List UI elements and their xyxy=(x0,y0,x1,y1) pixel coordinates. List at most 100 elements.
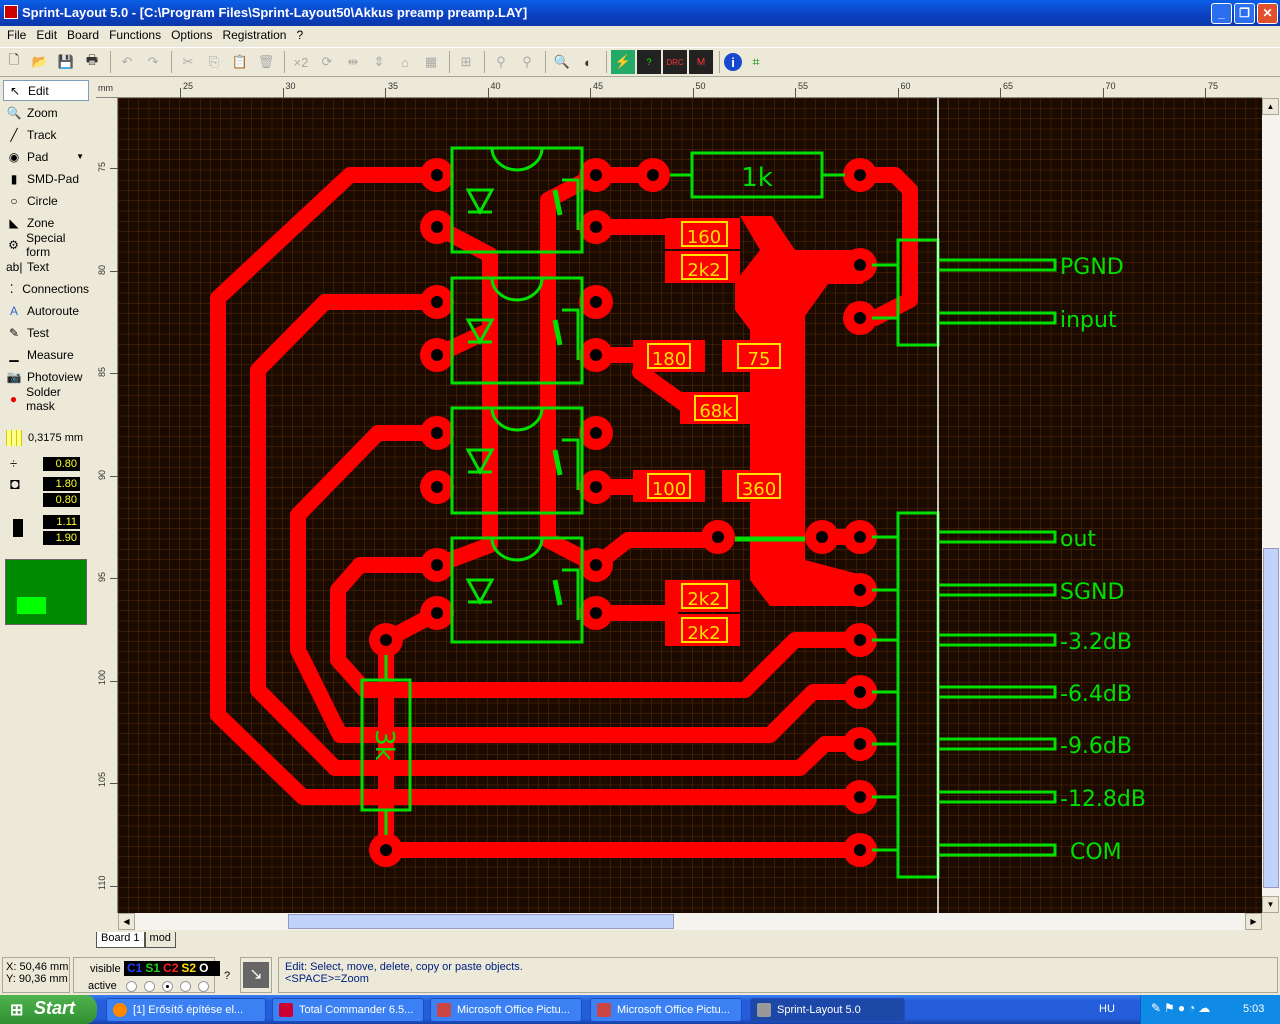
vertical-scrollbar[interactable]: ▲ ▼ xyxy=(1262,98,1280,913)
menu-registration[interactable]: Registration xyxy=(217,28,291,45)
pad-inner-field[interactable]: 0.80 xyxy=(43,493,80,507)
scroll-right-button[interactable]: ▶ xyxy=(1245,913,1262,930)
taskbar-item[interactable]: Sprint-Layout 5.0 xyxy=(750,998,905,1022)
smd-label: 100 xyxy=(652,479,686,500)
pcb-canvas[interactable]: 1k 3k 160 2k2 180 75 68k 100 360 2k2 2k2 PGND inp… xyxy=(118,98,1262,913)
pad-outer-field[interactable]: 1.80 xyxy=(43,477,80,491)
copy-icon[interactable]: ⎘ xyxy=(202,50,226,74)
netlist-icon[interactable]: ? xyxy=(637,50,661,74)
layer-c1-visible[interactable]: C1 xyxy=(127,961,142,976)
text-icon: ab| xyxy=(6,259,23,274)
smd-label: 160 xyxy=(687,227,721,248)
taskbar-item[interactable]: Microsoft Office Pictu... xyxy=(590,998,742,1022)
duplicate-icon[interactable]: ×2 xyxy=(289,50,313,74)
grid-icon[interactable] xyxy=(6,430,22,446)
tab-board-1[interactable]: Board 1 xyxy=(96,932,145,948)
tray-icons[interactable]: ✎⚑●◔☁ xyxy=(1151,1001,1213,1015)
start-button[interactable]: ⊞ Start xyxy=(0,995,97,1024)
ruler-tick-label: 50 xyxy=(695,81,706,91)
grid-size[interactable]: 0,3175 mm xyxy=(28,432,83,444)
group-icon[interactable]: ▦ xyxy=(419,50,443,74)
save-icon[interactable]: 💾 xyxy=(54,50,78,74)
pad xyxy=(420,210,454,244)
status-hint: <SPACE>=Zoom xyxy=(285,973,369,985)
tool-circle[interactable]: ○ Circle xyxy=(3,190,89,211)
layer-s1-active-radio[interactable] xyxy=(144,981,155,992)
menu-board[interactable]: Board xyxy=(62,28,104,45)
tool-track[interactable]: ╱ Track xyxy=(3,124,89,145)
layer-s2-visible[interactable]: S2 xyxy=(181,961,196,976)
tool-edit[interactable]: ↖ Edit xyxy=(3,80,89,101)
menu-edit[interactable]: Edit xyxy=(31,28,62,45)
horizontal-scroll-thumb[interactable] xyxy=(288,914,674,929)
smd-label: 75 xyxy=(748,349,771,370)
tool-solder-mask[interactable]: ● Solder mask xyxy=(3,385,89,413)
taskbar-item[interactable]: Total Commander 6.5... xyxy=(272,998,424,1022)
redo-icon[interactable]: ↷ xyxy=(141,50,165,74)
tool-autoroute[interactable]: A Autoroute xyxy=(3,300,89,321)
menu-functions[interactable]: Functions xyxy=(104,28,166,45)
layer-c1-active-radio[interactable] xyxy=(126,981,137,992)
language-indicator[interactable]: HU xyxy=(1099,1003,1115,1015)
tool-smd-pad[interactable]: ▮ SMD-Pad xyxy=(3,168,89,189)
macro-icon[interactable]: M xyxy=(689,50,713,74)
menu-options[interactable]: Options xyxy=(166,28,217,45)
open-icon[interactable]: 📂 xyxy=(28,50,52,74)
tool-zoom[interactable]: 🔍 Zoom xyxy=(3,102,89,123)
paste-icon[interactable]: 📋 xyxy=(228,50,252,74)
delete-icon[interactable]: 🗑 xyxy=(254,50,278,74)
tool-pad[interactable]: ◉ Pad ▼ xyxy=(3,146,89,167)
align-icon[interactable]: ⊞ xyxy=(454,50,478,74)
zoom-icon[interactable]: 🔍 xyxy=(550,50,574,74)
taskbar-item[interactable]: [1] Erősítő építése el... xyxy=(106,998,266,1022)
scroll-down-button[interactable]: ▼ xyxy=(1262,896,1279,913)
horizontal-scrollbar[interactable]: ◀ ▶ xyxy=(118,913,1262,930)
track-width-field[interactable]: 0.80 xyxy=(43,457,80,471)
scroll-up-button[interactable]: ▲ xyxy=(1262,98,1279,115)
tool-special-form[interactable]: ⚙ Special form xyxy=(3,231,89,259)
tool-test[interactable]: ✎ Test xyxy=(3,322,89,343)
transparent-icon[interactable]: ◐ xyxy=(576,50,600,74)
smd-label: 2k2 xyxy=(687,623,720,644)
drc-icon[interactable]: DRC xyxy=(663,50,687,74)
minimap-viewport[interactable] xyxy=(17,597,46,614)
flip-icon[interactable]: ⌂ xyxy=(393,50,417,74)
mirror-h-icon[interactable]: ⇹ xyxy=(341,50,365,74)
minimap[interactable] xyxy=(5,559,87,625)
info-icon[interactable]: i xyxy=(724,53,742,71)
taskbar-item[interactable]: Microsoft Office Pictu... xyxy=(430,998,582,1022)
smd-height-field[interactable]: 1.90 xyxy=(43,531,80,545)
layer-help[interactable]: ? xyxy=(224,970,230,982)
close-button[interactable]: ✕ xyxy=(1257,3,1278,24)
undo-icon[interactable]: ↶ xyxy=(115,50,139,74)
components-icon[interactable]: ⚡ xyxy=(611,50,635,74)
layer-c2-visible[interactable]: C2 xyxy=(163,961,178,976)
vertical-scroll-thumb[interactable] xyxy=(1263,548,1279,888)
layer-o-active-radio[interactable] xyxy=(198,981,209,992)
layer-o-visible[interactable]: O xyxy=(199,961,208,976)
rotate-icon[interactable]: ⟳ xyxy=(315,50,339,74)
layer-c2-active-radio[interactable] xyxy=(162,981,173,992)
pad-dropdown-icon[interactable]: ▼ xyxy=(76,152,84,161)
print-icon[interactable]: 🖶 xyxy=(80,50,104,74)
mirror-v-icon[interactable]: ⇕ xyxy=(367,50,391,74)
new-icon[interactable]: 🗋 xyxy=(2,50,26,74)
menu-help[interactable]: ? xyxy=(291,28,308,45)
maximize-button[interactable]: ❐ xyxy=(1234,3,1255,24)
layer-s1-visible[interactable]: S1 xyxy=(145,961,160,976)
cut-icon[interactable]: ✂ xyxy=(176,50,200,74)
layer-s2-active-radio[interactable] xyxy=(180,981,191,992)
minimize-button[interactable]: _ xyxy=(1211,3,1232,24)
scroll-left-button[interactable]: ◀ xyxy=(118,913,135,930)
lock-icon[interactable]: ⚲ xyxy=(489,50,513,74)
pad-size-icon: ◘ xyxy=(10,476,20,493)
tool-connections[interactable]: ⁚ Connections xyxy=(3,278,89,299)
unlock-icon[interactable]: ⚲ xyxy=(515,50,539,74)
tab-mod[interactable]: mod xyxy=(144,932,176,948)
tool-measure[interactable]: ▁ Measure xyxy=(3,344,89,365)
tool-text[interactable]: ab| Text xyxy=(3,256,89,277)
menu-file[interactable]: File xyxy=(2,28,31,45)
crop-icon[interactable]: ⌗ xyxy=(744,50,768,74)
smd-width-field[interactable]: 1.11 xyxy=(43,515,80,529)
pad xyxy=(636,158,670,192)
